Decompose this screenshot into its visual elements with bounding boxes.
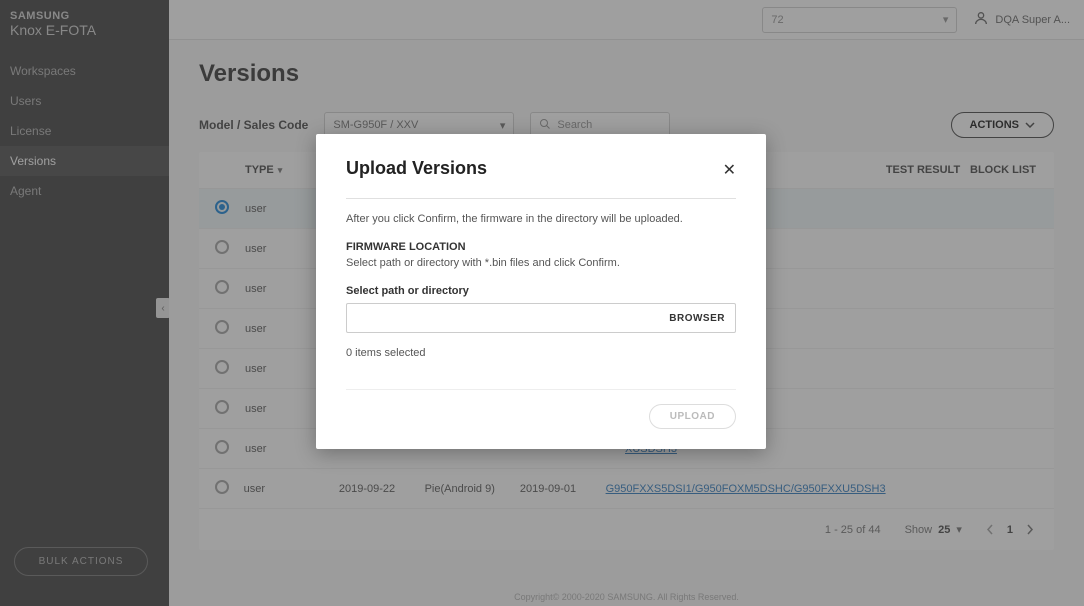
- modal-header: Upload Versions ✕: [346, 158, 736, 180]
- close-icon: ✕: [723, 162, 736, 179]
- close-button[interactable]: ✕: [723, 160, 736, 180]
- modal-actions: UPLOAD: [346, 404, 736, 429]
- modal-title: Upload Versions: [346, 158, 487, 179]
- modal-description: After you click Confirm, the firmware in…: [346, 213, 736, 225]
- divider: [346, 389, 736, 390]
- path-field-label: Select path or directory: [346, 285, 736, 297]
- upload-versions-modal: Upload Versions ✕ After you click Confir…: [316, 134, 766, 449]
- browser-button[interactable]: BROWSER: [669, 313, 725, 324]
- divider: [346, 198, 736, 199]
- upload-button[interactable]: UPLOAD: [649, 404, 736, 429]
- items-selected-text: 0 items selected: [346, 347, 736, 359]
- firmware-location-text: Select path or directory with *.bin file…: [346, 257, 736, 269]
- path-input-group: BROWSER: [346, 303, 736, 333]
- firmware-location-title: FIRMWARE LOCATION: [346, 241, 736, 253]
